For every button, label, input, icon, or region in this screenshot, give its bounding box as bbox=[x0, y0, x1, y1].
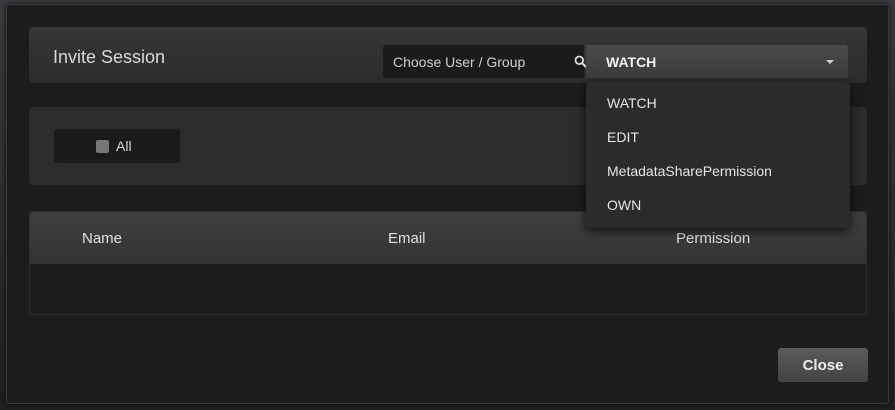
user-group-search bbox=[383, 45, 587, 78]
permission-select-value: WATCH bbox=[606, 53, 657, 70]
user-group-search-input[interactable] bbox=[383, 45, 574, 78]
chevron-down-icon bbox=[826, 59, 834, 64]
permission-option-watch[interactable]: WATCH bbox=[586, 89, 850, 123]
permission-select[interactable]: WATCH bbox=[586, 45, 848, 78]
select-all-checkbox[interactable] bbox=[96, 139, 109, 153]
column-header-name[interactable]: Name bbox=[82, 230, 122, 247]
dialog-title: Invite Session bbox=[53, 47, 166, 67]
invite-session-dialog: Invite Session WATCH All Name Email Perm… bbox=[6, 4, 889, 404]
select-all-toggle[interactable]: All bbox=[54, 129, 180, 163]
dialog-header: Invite Session WATCH bbox=[29, 27, 867, 83]
permission-dropdown-menu: WATCH EDIT MetadataSharePermission OWN bbox=[586, 81, 850, 228]
column-header-email[interactable]: Email bbox=[388, 230, 426, 247]
close-button[interactable]: Close bbox=[778, 348, 868, 382]
column-header-permission[interactable]: Permission bbox=[676, 230, 750, 247]
permission-option-own[interactable]: OWN bbox=[586, 191, 850, 225]
permission-option-edit[interactable]: EDIT bbox=[586, 123, 850, 157]
permission-option-metadata-share[interactable]: MetadataSharePermission bbox=[586, 157, 850, 191]
select-all-label: All bbox=[116, 138, 132, 154]
